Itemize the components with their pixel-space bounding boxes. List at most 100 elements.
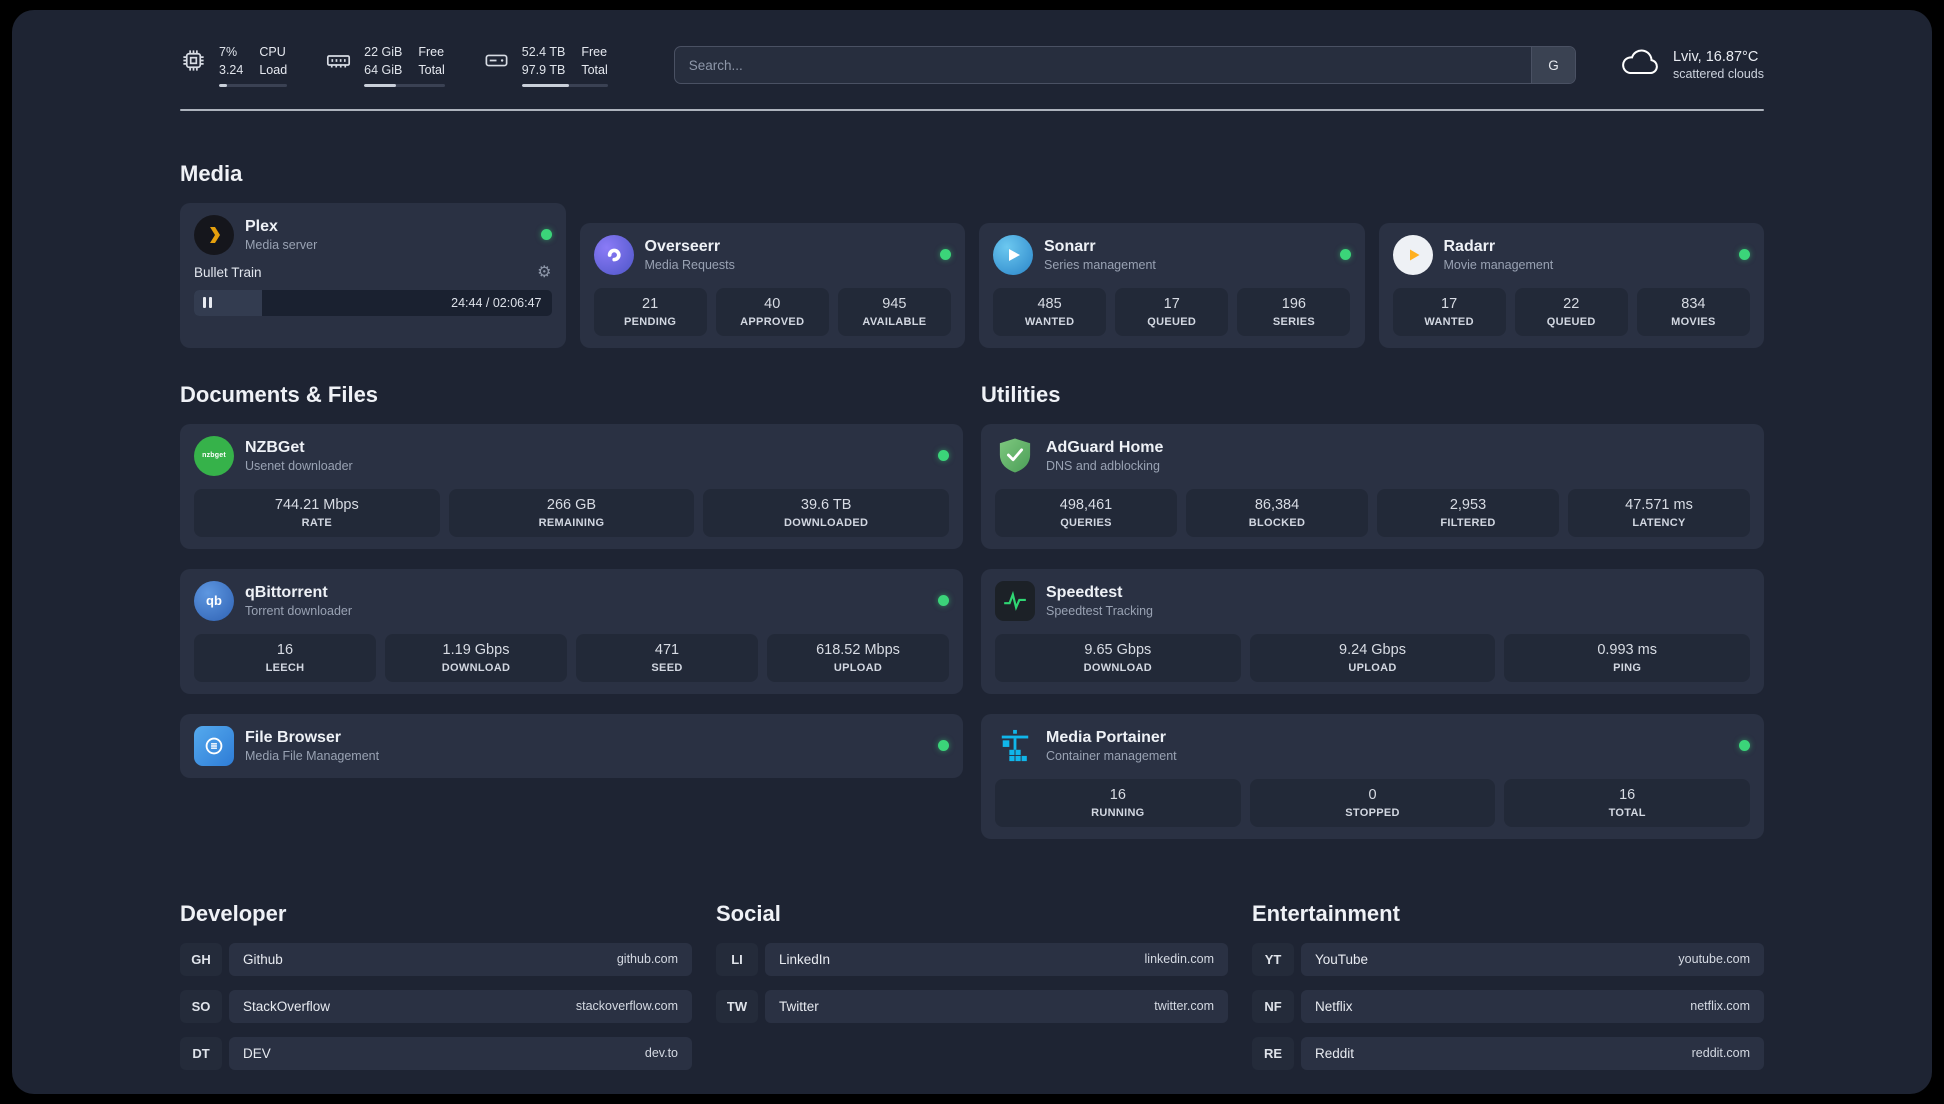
stat-tile: 485 WANTED — [993, 287, 1107, 336]
cpu-bar — [219, 83, 288, 87]
stat-tiles: 21 PENDING 40 APPROVED 945 AVAILABLE — [593, 287, 952, 336]
radarr-icon — [1392, 234, 1433, 275]
app-card-nzbget[interactable]: nzbget NZBGet Usenet downloader 744.21 M… — [180, 423, 963, 549]
now-playing-title: Bullet Train — [194, 265, 262, 280]
app-card-adguard[interactable]: AdGuard Home DNS and adblocking 498,461 Q… — [981, 423, 1764, 549]
disk-bar-fill — [521, 83, 570, 87]
app-card-qbittorrent[interactable]: qb qBittorrent Torrent downloader 16 LEEC… — [180, 568, 963, 694]
media-grid: Plex Media server Bullet Train ⚙ 24:44 /… — [180, 202, 1764, 348]
weather-widget[interactable]: Lviv, 16.87°C scattered clouds — [1620, 47, 1764, 84]
app-card-overseerr[interactable]: Overseerr Media Requests 21 PENDING 40 APPR… — [579, 222, 965, 348]
sonarr-icon — [993, 234, 1033, 275]
bookmark-name: Github — [243, 951, 283, 967]
app-card-filebrowser[interactable]: File Browser Media File Management — [180, 713, 963, 778]
bookmark-abbr: GH — [180, 942, 222, 976]
playback-progress-bar[interactable]: 24:44 / 02:06:47 — [194, 289, 552, 316]
app-name: File Browser — [245, 728, 342, 746]
stat-tiles: 16 RUNNING 0 STOPPED 16 TOTAL — [995, 778, 1750, 827]
bookmark-name: Twitter — [779, 998, 819, 1014]
bookmark-url: reddit.com — [1691, 1046, 1750, 1060]
app-card-portainer[interactable]: Media Portainer Container management 16 R… — [981, 713, 1764, 839]
app-card-radarr[interactable]: Radarr Movie management 17 WANTED 22 QUEUED… — [1378, 222, 1764, 348]
stat-label: REMAINING — [538, 516, 605, 529]
section-title-entertainment: Entertainment — [1252, 900, 1400, 926]
stat-value: 39.6 TB — [800, 496, 852, 513]
stat-label: QUERIES — [1060, 516, 1112, 529]
bookmark-link[interactable]: DEV dev.to — [229, 1036, 692, 1070]
stat-tiles: 9.65 Gbps DOWNLOAD 9.24 Gbps UPLOAD 0.993 ms… — [995, 633, 1750, 682]
app-card-sonarr[interactable]: Sonarr Series management 485 WANTED 17 QUEU… — [979, 222, 1365, 348]
status-dot — [938, 740, 949, 751]
bookmark-abbr: DT — [180, 1036, 222, 1070]
stat-value: 21 — [642, 295, 659, 312]
stat-value: 16 — [276, 641, 294, 658]
stat-value: 22 — [1563, 295, 1580, 312]
cpu-bar-fill — [219, 83, 228, 87]
bookmark-link[interactable]: Netflix netflix.com — [1301, 989, 1764, 1023]
bookmark-abbr: TW — [716, 989, 758, 1023]
status-dot — [1739, 249, 1750, 260]
stat-value: 744.21 Mbps — [274, 496, 359, 513]
stat-value: 498,461 — [1059, 496, 1113, 513]
bookmark-row: LI LinkedIn linkedin.com — [716, 942, 1228, 976]
stat-tile: 40 APPROVED — [715, 287, 829, 336]
section-title-media: Media — [180, 160, 243, 186]
stat-tile: 618.52 Mbps UPLOAD — [767, 633, 949, 682]
stat-value: 9.24 Gbps — [1339, 641, 1406, 658]
stat-label: RATE — [301, 516, 332, 529]
app-name: Overseerr — [644, 237, 721, 255]
gear-icon[interactable]: ⚙ — [537, 264, 551, 281]
pause-button[interactable] — [194, 297, 212, 308]
app-name: Sonarr — [1044, 237, 1096, 255]
app-card-plex[interactable]: Plex Media server Bullet Train ⚙ 24:44 /… — [180, 202, 566, 348]
bookmark-link[interactable]: YouTube youtube.com — [1301, 942, 1764, 976]
bookmark-link[interactable]: LinkedIn linkedin.com — [765, 942, 1228, 976]
stat-value: 86,384 — [1254, 496, 1300, 513]
search-engine-button[interactable]: G — [1530, 47, 1575, 84]
stat-value: 40 — [764, 295, 781, 312]
app-name: NZBGet — [245, 438, 305, 456]
stat-tiles: 16 LEECH 1.19 Gbps DOWNLOAD 471 SEED 618.52 Mb… — [194, 633, 949, 682]
nzbget-icon: nzbget — [194, 435, 234, 476]
status-dot — [940, 249, 951, 260]
bookmark-name: YouTube — [1315, 951, 1369, 967]
status-dot — [938, 450, 949, 461]
cpu-load-label: Load — [259, 63, 288, 78]
bookmark-link[interactable]: Reddit reddit.com — [1301, 1036, 1764, 1070]
stat-tile: 945 AVAILABLE — [837, 287, 951, 336]
stat-tile: 0 STOPPED — [1249, 778, 1496, 827]
bookmark-url: dev.to — [644, 1046, 678, 1060]
disk-stat: 52.4 TB 97.9 TB Free Total — [483, 44, 608, 87]
ram-bar-fill — [364, 83, 397, 87]
bookmark-name: DEV — [243, 1045, 271, 1061]
bookmark-abbr: SO — [180, 989, 222, 1023]
status-dot — [1739, 740, 1750, 751]
bookmark-list: YT YouTube youtube.com NF Netflix netflix.com… — [1252, 942, 1764, 1070]
stat-label: LATENCY — [1632, 516, 1686, 529]
filebrowser-icon — [194, 725, 234, 766]
bookmark-link[interactable]: Github github.com — [229, 942, 692, 976]
section-title-documents: Documents & Files — [180, 381, 379, 407]
bookmark-link[interactable]: StackOverflow stackoverflow.com — [229, 989, 692, 1023]
stat-tile: 266 GB REMAINING — [448, 488, 695, 537]
bookmark-url: github.com — [616, 952, 678, 966]
stat-value: 17 — [1163, 295, 1180, 312]
plex-icon — [194, 214, 234, 255]
app-desc: Movie management — [1443, 257, 1554, 272]
bookmarks-entertainment: Entertainment YT YouTube youtube.com NF Netf… — [1252, 901, 1764, 1084]
stat-label: SERIES — [1272, 315, 1315, 328]
stat-tile: 744.21 Mbps RATE — [194, 488, 440, 537]
bookmark-abbr: LI — [716, 942, 758, 976]
search-input[interactable] — [674, 47, 1531, 84]
status-dot — [938, 595, 949, 606]
stat-label: LEECH — [265, 661, 305, 674]
stat-value: 16 — [1619, 786, 1636, 803]
stat-value: 1.19 Gbps — [442, 641, 510, 658]
stat-value: 17 — [1441, 295, 1458, 312]
bookmark-link[interactable]: Twitter twitter.com — [765, 989, 1228, 1023]
app-card-speedtest[interactable]: Speedtest Speedtest Tracking 9.65 Gbps DO… — [981, 568, 1764, 694]
app-desc: Media File Management — [245, 748, 380, 763]
stat-value: 9.65 Gbps — [1084, 641, 1152, 658]
section-title-social: Social — [716, 900, 781, 926]
overseerr-icon — [593, 234, 634, 275]
